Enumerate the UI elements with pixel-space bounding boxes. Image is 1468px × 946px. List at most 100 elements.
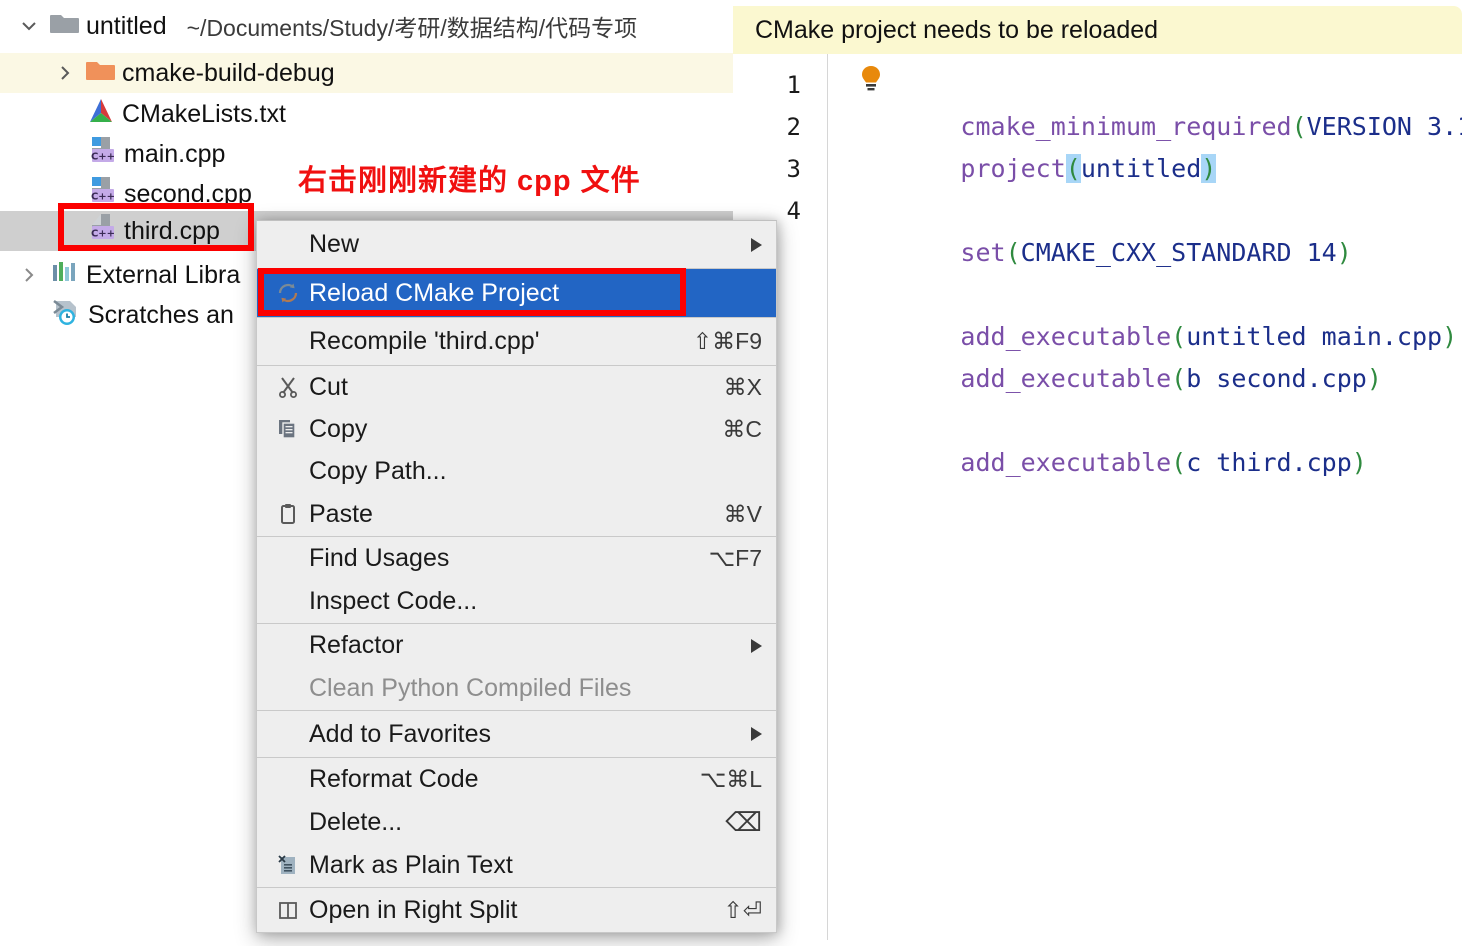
folder-icon xyxy=(50,10,80,43)
chevron-right-icon[interactable] xyxy=(16,265,42,285)
tree-row-cmakelists[interactable]: CMakeLists.txt xyxy=(0,94,736,134)
cmake-reload-notification[interactable]: CMake project needs to be reloaded xyxy=(733,6,1462,54)
chevron-down-icon[interactable] xyxy=(16,16,42,36)
code-token-paren-open: ( xyxy=(1005,238,1021,267)
tree-label-second-cpp: second.cpp xyxy=(124,179,252,208)
intention-lightbulb-icon[interactable] xyxy=(859,65,883,93)
code-line-2: project(untitled) xyxy=(840,106,1217,183)
menu-shortcut-recompile: ⇧⌘F9 xyxy=(692,328,762,354)
menu-label-cut: Cut xyxy=(309,372,348,401)
menu-item-add-to-favorites[interactable]: Add to Favorites xyxy=(257,711,776,757)
menu-shortcut-open-in-right-split: ⇧⏎ xyxy=(723,896,762,923)
project-root-path: ~/Documents/Study/考研/数据结构/代码专项 xyxy=(186,15,638,41)
annotation-text: 右击刚刚新建的 cpp 文件 xyxy=(298,165,641,197)
copy-icon xyxy=(271,418,305,440)
menu-item-clean-python-compiled-files: Clean Python Compiled Files xyxy=(257,667,776,710)
code-token-paren-close: ) xyxy=(1442,322,1458,351)
submenu-arrow-icon xyxy=(751,237,762,252)
line-number: 1 xyxy=(786,71,801,99)
libraries-icon xyxy=(50,259,80,292)
line-number: 2 xyxy=(786,113,801,141)
menu-item-copy[interactable]: Copy ⌘C xyxy=(257,408,776,450)
code-text-area[interactable]: cmake_minimum_required(VERSION 3.17) pro… xyxy=(828,54,1462,940)
menu-label-add-to-favorites: Add to Favorites xyxy=(309,719,492,748)
menu-item-delete[interactable]: Delete... ⌫ xyxy=(257,801,776,844)
scratches-icon xyxy=(50,297,82,334)
tree-label-main-cpp: main.cpp xyxy=(124,139,226,168)
code-token-paren-open: ( xyxy=(1171,364,1187,393)
tree-row-project-root[interactable]: untitled ~/Documents/Study/考研/数据结构/代码专项 xyxy=(0,6,736,46)
menu-shortcut-paste: ⌘V xyxy=(723,500,762,527)
menu-label-copy-path: Copy Path... xyxy=(309,456,447,485)
menu-item-recompile[interactable]: Recompile 'third.cpp' ⇧⌘F9 xyxy=(257,318,776,365)
editor-pane: CMake project needs to be reloaded 1 2 3… xyxy=(733,6,1462,940)
submenu-arrow-icon xyxy=(751,727,762,741)
menu-item-copy-path[interactable]: Copy Path... xyxy=(257,450,776,492)
file-context-menu[interactable]: New Reload CMake Project Recompile 'thir… xyxy=(256,220,777,933)
code-token-function: add_executable xyxy=(960,448,1172,477)
tree-label-external-libraries: External Libra xyxy=(86,260,241,289)
line-number: 3 xyxy=(786,155,801,183)
chevron-right-icon[interactable] xyxy=(52,63,78,83)
notification-text: CMake project needs to be reloaded xyxy=(755,15,1159,44)
code-token-function: project xyxy=(960,154,1066,183)
menu-item-reformat-code[interactable]: Reformat Code ⌥⌘L xyxy=(257,758,776,801)
menu-shortcut-copy: ⌘C xyxy=(722,415,762,442)
code-token-paren-close: ) xyxy=(1366,364,1382,393)
tree-label-project-root: untitled xyxy=(86,11,167,40)
folder-orange-icon xyxy=(86,57,116,90)
menu-item-open-in-right-split[interactable]: Open in Right Split ⇧⏎ xyxy=(257,888,776,932)
code-token-argument: untitled xyxy=(1080,154,1202,183)
menu-label-refactor: Refactor xyxy=(309,631,404,659)
menu-item-mark-as-plain-text[interactable]: Mark as Plain Text xyxy=(257,844,776,887)
code-token-paren-close: ) xyxy=(1351,448,1367,477)
menu-item-cut[interactable]: Cut ⌘X xyxy=(257,366,776,408)
svg-text:C++: C++ xyxy=(91,228,115,239)
menu-item-new[interactable]: New xyxy=(257,221,776,268)
cpp-file-icon: C++ xyxy=(86,135,118,174)
menu-item-refactor[interactable]: Refactor xyxy=(257,624,776,667)
code-token-paren-open: ( xyxy=(1171,448,1187,477)
menu-label-paste: Paste xyxy=(309,499,373,528)
code-line-4: set(CMAKE_CXX_STANDARD 14) xyxy=(840,190,1351,267)
cpp-file-icon: C++ xyxy=(86,212,118,251)
ide-window: untitled ~/Documents/Study/考研/数据结构/代码专项 … xyxy=(0,0,1468,946)
menu-item-paste[interactable]: Paste ⌘V xyxy=(257,492,776,536)
menu-shortcut-cut: ⌘X xyxy=(723,373,762,400)
menu-label-open-in-right-split: Open in Right Split xyxy=(309,895,518,924)
split-icon xyxy=(271,899,305,921)
cmake-icon xyxy=(86,97,116,132)
menu-item-inspect-code[interactable]: Inspect Code... xyxy=(257,580,776,623)
tree-row-cmake-build-debug[interactable]: cmake-build-debug xyxy=(0,53,736,93)
tree-label-scratches: Scratches an xyxy=(88,300,234,329)
cpp-file-icon: C++ xyxy=(86,175,118,214)
menu-shortcut-reformat-code: ⌥⌘L xyxy=(699,766,762,792)
menu-shortcut-delete: ⌫ xyxy=(725,807,762,837)
code-line-6: add_executable(untitled main.cpp) xyxy=(840,274,1457,351)
code-token-paren-close: ) xyxy=(1336,238,1352,267)
code-token-argument: b second.cpp xyxy=(1186,364,1367,393)
menu-label-clean-python-compiled-files: Clean Python Compiled Files xyxy=(309,674,632,702)
menu-label-reformat-code: Reformat Code xyxy=(309,765,479,793)
menu-label-inspect-code: Inspect Code... xyxy=(309,587,478,615)
submenu-arrow-icon xyxy=(751,638,762,653)
svg-text:C++: C++ xyxy=(91,191,115,202)
line-number: 4 xyxy=(786,197,801,225)
tree-label-cmake-build-debug: cmake-build-debug xyxy=(122,58,335,87)
menu-label-recompile: Recompile 'third.cpp' xyxy=(309,327,540,355)
menu-item-find-usages[interactable]: Find Usages ⌥F7 xyxy=(257,537,776,580)
menu-label-find-usages: Find Usages xyxy=(309,544,450,572)
menu-item-reload-cmake-project[interactable]: Reload CMake Project xyxy=(257,269,776,317)
code-token-argument: CMAKE_CXX_STANDARD 14 xyxy=(1020,238,1337,267)
menu-label-mark-as-plain-text: Mark as Plain Text xyxy=(309,851,513,879)
code-token-paren-open-matched: ( xyxy=(1065,154,1081,183)
code-token-argument: VERSION 3.17 xyxy=(1306,112,1462,141)
tree-label-cmakelists: CMakeLists.txt xyxy=(122,99,286,128)
scissors-icon xyxy=(271,376,305,398)
menu-label-delete: Delete... xyxy=(309,808,403,836)
plain-text-icon xyxy=(271,854,305,877)
code-token-paren-close-matched: ) xyxy=(1201,154,1217,183)
refresh-icon xyxy=(271,281,305,305)
code-token-function: set xyxy=(960,238,1006,267)
menu-shortcut-find-usages: ⌥F7 xyxy=(708,545,762,571)
